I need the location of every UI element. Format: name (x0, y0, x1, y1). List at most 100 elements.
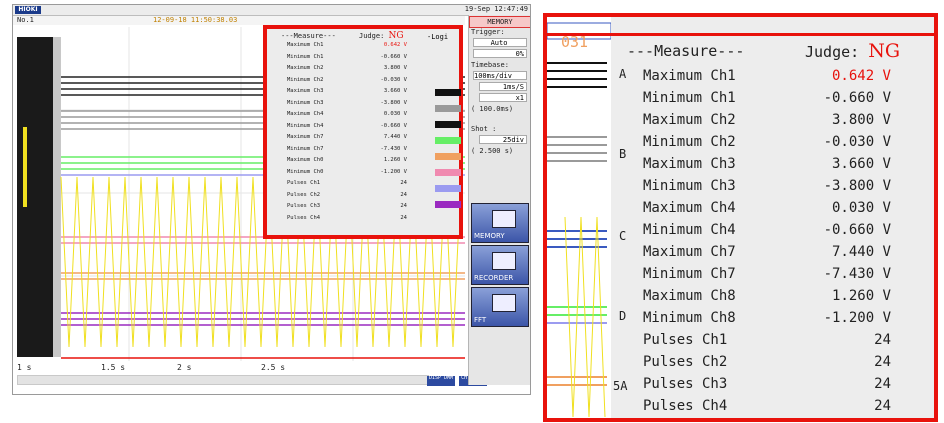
memory-icon (492, 210, 516, 228)
recorder-fkey[interactable]: RECORDER (471, 245, 529, 285)
measure-header: ---Measure--- (281, 32, 336, 40)
time-scrollbar[interactable] (17, 375, 429, 385)
measure-value: -0.660 V (823, 222, 891, 238)
measure-name: Maximum Ch2 (287, 65, 324, 71)
measure-value: -0.660 V (380, 53, 408, 60)
measure-row-small: Pulses Ch2 24 (287, 192, 407, 198)
judge-indicator: Judge: NG (805, 40, 901, 62)
measure-row: Minimum Ch7 -7.430 V (643, 266, 891, 286)
timebase-label: Timebase: (471, 61, 509, 69)
measure-row: Maximum Ch2 3.800 V (643, 112, 891, 132)
measure-header: ---Measure--- (627, 42, 745, 60)
trigger-select[interactable]: Auto (473, 38, 527, 47)
measure-name: Maximum Ch7 (287, 134, 324, 140)
measure-panel-magnified: 031 ---Measure--- Judge: NG A B C D 5A M… (543, 13, 938, 422)
measure-value: 24 (874, 376, 891, 392)
measure-value: -0.660 V (380, 122, 408, 129)
measure-value: 0.642 V (831, 68, 891, 84)
measure-value: 7.440 V (831, 244, 891, 260)
trigger-timestamp: 12-09-18 11:50:38.03 (153, 16, 238, 24)
disp-dmm-button[interactable]: DISP DMM (427, 376, 456, 386)
measure-row-small: Minimum Ch7 -7.430 V (287, 146, 407, 152)
color-swatch (435, 185, 461, 192)
measure-name: Maximum Ch3 (287, 88, 324, 94)
red-marker-line (547, 33, 934, 36)
recorder-icon (492, 252, 516, 270)
measure-row: Maximum Ch3 3.660 V (643, 156, 891, 176)
measure-value: -0.660 V (823, 90, 891, 106)
status-bar: HIOKI 19-Sep 12:47:49 (13, 5, 530, 16)
measure-value: -7.430 V (380, 145, 408, 152)
measure-value: -7.430 V (823, 266, 891, 282)
color-swatch (435, 137, 461, 144)
measure-row: Minimum Ch8 -1.200 V (643, 310, 891, 330)
channel-tag-b: B (619, 147, 627, 161)
measure-row-small: Pulses Ch4 24 (287, 215, 407, 221)
color-swatch (435, 201, 461, 208)
measure-name: Pulses Ch3 (287, 203, 321, 209)
measure-row: Minimum Ch4 -0.660 V (643, 222, 891, 242)
measure-row-small: Maximum Ch4 0.030 V (287, 111, 407, 117)
color-swatch (435, 105, 461, 112)
measure-name: Minimum Ch3 (287, 99, 324, 106)
measure-value: 3.660 V (383, 88, 407, 94)
mode-indicator[interactable]: MEMORY (469, 16, 530, 28)
measure-name: Minimum Ch2 (643, 134, 736, 150)
channel-tag-a: A (619, 67, 627, 81)
shot-select[interactable]: 25div (479, 135, 527, 144)
measure-name: Pulses Ch1 (643, 332, 728, 348)
measure-row-small: Minimum Ch0 -1.200 V (287, 169, 407, 175)
shot-label: Shot : (471, 125, 497, 133)
measure-value: 24 (874, 398, 891, 414)
measure-row: Minimum Ch3 -3.800 V (643, 178, 891, 198)
measure-value: 1.260 V (831, 288, 891, 304)
fft-fkey[interactable]: FFT (471, 287, 529, 327)
measure-row: Pulses Ch1 24 (643, 332, 891, 352)
channel-tag-c: C (619, 229, 627, 243)
measure-name: Minimum Ch4 (643, 222, 736, 238)
measure-name: Maximum Ch1 (287, 42, 324, 48)
measure-value: -1.200 V (823, 310, 891, 326)
channel-tag-5a: 5A (613, 379, 628, 393)
clock-readout: 19-Sep 12:47:49 (464, 5, 528, 13)
color-swatch (435, 89, 461, 96)
measure-row-small: Maximum Ch2 3.800 V (287, 65, 407, 71)
sampling-rate[interactable]: 1ms/S (479, 82, 527, 91)
measure-row-small: Maximum Ch7 7.440 V (287, 134, 407, 140)
instrument-screen: HIOKI 19-Sep 12:47:49 No.1 12-09-18 11:5… (12, 4, 531, 395)
measure-value: 0.642 V (383, 42, 407, 48)
memory-fkey[interactable]: MEMORY (471, 203, 529, 243)
measure-name: Maximum Ch4 (643, 200, 736, 216)
measure-name: Minimum Ch0 (287, 168, 324, 175)
measure-row: Maximum Ch1 0.642 V (643, 68, 891, 88)
measure-value: 24 (400, 214, 407, 221)
timebase-select[interactable]: 100ms/div (473, 71, 527, 80)
trigger-position[interactable]: 0% (473, 49, 527, 58)
shot-time: ( 2.500 s) (471, 147, 514, 155)
channel-tag-d: D (619, 309, 627, 323)
measure-row: Maximum Ch4 0.030 V (643, 200, 891, 220)
magnified-trace-strip (547, 17, 611, 418)
measure-name: Minimum Ch7 (287, 145, 324, 152)
color-swatch (435, 153, 461, 160)
measure-name: Pulses Ch4 (287, 214, 321, 221)
measure-value: -3.800 V (823, 178, 891, 194)
measure-row-small: Pulses Ch1 24 (287, 180, 407, 186)
measure-row: Pulses Ch4 24 (643, 398, 891, 418)
time-tick: 1 s (17, 363, 32, 372)
measure-name: Minimum Ch1 (643, 90, 736, 106)
measure-row-small: Minimum Ch3 -3.800 V (287, 100, 407, 106)
measure-name: Minimum Ch1 (287, 53, 324, 60)
measure-value: 3.800 V (383, 65, 407, 71)
measure-name: Maximum Ch8 (643, 288, 736, 304)
measure-row-small: Maximum Ch0 1.260 V (287, 157, 407, 163)
dense-signal-block (17, 37, 53, 357)
measure-row: Minimum Ch1 -0.660 V (643, 90, 891, 110)
cursor-marker[interactable] (23, 127, 27, 207)
measure-value: 1.260 V (383, 157, 407, 163)
zoom-select[interactable]: x1 (479, 93, 527, 102)
measure-name: Pulses Ch3 (643, 376, 728, 392)
waveform-header (13, 16, 465, 25)
measure-name: Pulses Ch2 (287, 191, 321, 198)
measure-value: -0.030 V (380, 76, 408, 83)
